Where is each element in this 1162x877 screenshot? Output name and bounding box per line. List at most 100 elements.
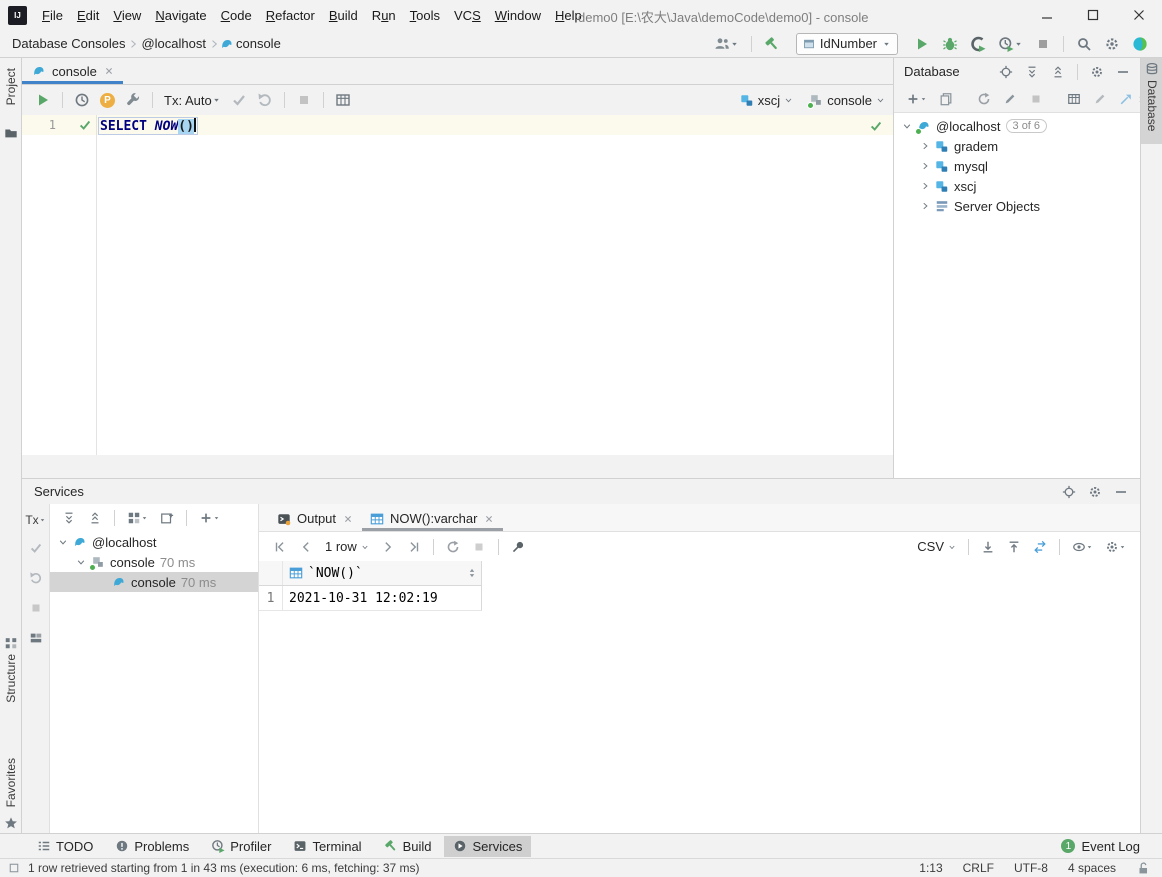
stop-button[interactable]	[1035, 36, 1051, 52]
toolwindow-button-problems[interactable]: Problems	[106, 836, 198, 857]
tree-row-session[interactable]: console 70 ms	[50, 552, 258, 572]
expand-all-icon[interactable]	[62, 511, 76, 525]
add-service-icon[interactable]	[199, 510, 220, 526]
run-with-coverage-button[interactable]	[970, 36, 986, 52]
toolwindow-toggle-icon[interactable]	[8, 862, 20, 874]
collapse-all-icon[interactable]	[1051, 65, 1065, 79]
sort-icon[interactable]	[466, 567, 478, 579]
menu-code[interactable]: Code	[214, 4, 259, 27]
toolwindow-button-database[interactable]: Database	[1141, 58, 1162, 144]
menu-build[interactable]: Build	[322, 4, 365, 27]
tree-row-mysql[interactable]: mysql	[894, 156, 1140, 176]
grid-settings-gear-icon[interactable]	[1105, 539, 1126, 555]
toolwindow-button-structure[interactable]: Structure	[4, 654, 18, 706]
menu-view[interactable]: View	[106, 4, 148, 27]
editor-tab-console[interactable]: console	[22, 58, 123, 84]
tx-mode-button[interactable]: Tx	[25, 512, 45, 528]
view-options-eye-icon[interactable]	[1072, 539, 1093, 555]
toolwindow-button-profiler[interactable]: Profiler	[202, 836, 280, 857]
breadcrumb-localhost[interactable]: @localhost	[139, 36, 208, 51]
last-page-icon[interactable]	[407, 540, 421, 554]
menu-run[interactable]: Run	[365, 4, 403, 27]
run-configuration-select[interactable]: IdNumber	[795, 32, 898, 55]
breadcrumb-console[interactable]: console	[234, 36, 283, 51]
build-project-button[interactable]	[764, 36, 780, 52]
pin-tab-icon[interactable]	[511, 540, 525, 554]
plugin-colorful-icon[interactable]	[1132, 36, 1148, 52]
history-icon[interactable]	[74, 92, 90, 108]
settings-button[interactable]	[1104, 36, 1120, 52]
gear-icon[interactable]	[1090, 65, 1104, 79]
add-datasource-button[interactable]	[906, 91, 927, 107]
toolwindow-button-project[interactable]: Project	[4, 68, 18, 108]
menu-navigate[interactable]: Navigate	[148, 4, 213, 27]
schema-switcher[interactable]: xscj	[740, 92, 793, 108]
menu-refactor[interactable]: Refactor	[259, 4, 322, 27]
tree-row-localhost[interactable]: @localhost	[50, 532, 258, 552]
next-page-icon[interactable]	[381, 540, 395, 554]
toolwindow-button-terminal[interactable]: Terminal	[284, 836, 370, 857]
caret-position-widget[interactable]: 1:13	[919, 861, 942, 875]
tree-row-server-objects[interactable]: Server Objects	[894, 196, 1140, 216]
collapse-all-icon[interactable]	[88, 511, 102, 525]
sql-editor[interactable]: 1 SELECT NOW()	[22, 115, 893, 455]
breadcrumb-database-consoles[interactable]: Database Consoles	[10, 36, 127, 51]
menu-edit[interactable]: Edit	[70, 4, 106, 27]
sync-scroll-icon[interactable]	[1033, 540, 1047, 554]
menu-tools[interactable]: Tools	[403, 4, 447, 27]
code-with-me-users-button[interactable]	[714, 36, 739, 52]
tree-row-gradem[interactable]: gradem	[894, 136, 1140, 156]
toolwindow-button-build[interactable]: Build	[375, 836, 441, 857]
inspections-ok-icon[interactable]	[869, 119, 883, 136]
first-page-icon[interactable]	[273, 540, 287, 554]
commit-button[interactable]	[29, 541, 43, 558]
layout-button[interactable]	[29, 631, 43, 648]
import-data-icon[interactable]	[1007, 540, 1021, 554]
view-options-icon[interactable]	[160, 511, 174, 525]
toolwindow-button-services[interactable]: Services	[444, 835, 532, 857]
locate-icon[interactable]	[1062, 485, 1076, 499]
row-number-header[interactable]	[259, 561, 283, 585]
close-button[interactable]	[1116, 0, 1162, 30]
stop-icon[interactable]	[472, 540, 486, 554]
session-switcher[interactable]: console	[807, 92, 885, 109]
rollback-button[interactable]	[29, 571, 43, 588]
expand-all-icon[interactable]	[1025, 65, 1039, 79]
export-data-icon[interactable]	[981, 540, 995, 554]
tree-row-localhost[interactable]: @localhost 3 of 6	[894, 116, 1140, 136]
value-cell[interactable]: 2021-10-31 12:02:19	[283, 591, 481, 606]
encoding-widget[interactable]: UTF-8	[1014, 861, 1048, 875]
parameters-button[interactable]: P	[100, 92, 115, 108]
stop-button[interactable]	[29, 601, 43, 618]
toolwindow-button-todo[interactable]: TODO	[28, 836, 102, 857]
lock-open-icon[interactable]	[1136, 861, 1150, 875]
submit-changes-icon[interactable]	[1003, 92, 1017, 106]
close-icon[interactable]	[483, 513, 495, 525]
status-message[interactable]: 1 row retrieved starting from 1 in 43 ms…	[28, 861, 420, 875]
event-log-button[interactable]: 1 Event Log	[1061, 839, 1140, 854]
debug-button[interactable]	[942, 36, 958, 52]
profiler-button[interactable]	[998, 36, 1023, 52]
export-format-select[interactable]: CSV	[917, 539, 956, 555]
maximize-button[interactable]	[1070, 0, 1116, 30]
menu-file[interactable]: File	[35, 4, 70, 27]
page-size-select[interactable]: 1 row	[325, 539, 369, 555]
minimize-button[interactable]	[1024, 0, 1070, 30]
run-button[interactable]	[914, 36, 930, 52]
sql-statement[interactable]: SELECT NOW()	[98, 117, 198, 135]
stop-icon[interactable]	[1029, 92, 1043, 106]
duplicate-icon[interactable]	[939, 92, 953, 106]
menu-vcs[interactable]: VCS	[447, 4, 488, 27]
refresh-icon[interactable]	[977, 92, 991, 106]
group-by-icon[interactable]	[127, 510, 148, 526]
column-header-now[interactable]: `NOW()`	[283, 566, 481, 581]
tab-output[interactable]: Output	[269, 506, 362, 531]
menu-window[interactable]: Window	[488, 4, 548, 27]
hide-icon[interactable]	[1116, 65, 1130, 79]
toolwindow-button-favorites[interactable]: Favorites	[4, 758, 18, 810]
edit-source-icon[interactable]	[1093, 92, 1107, 106]
close-icon[interactable]	[103, 65, 115, 77]
console-settings-button[interactable]	[125, 92, 141, 108]
jump-to-console-icon[interactable]	[1119, 92, 1133, 106]
cancel-query-button[interactable]	[296, 92, 312, 108]
